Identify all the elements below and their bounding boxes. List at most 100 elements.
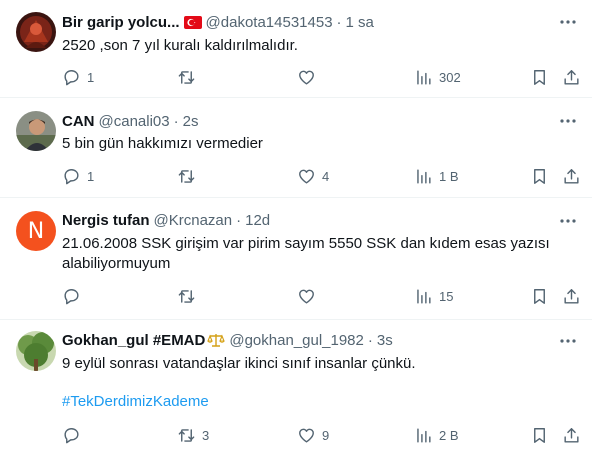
reply-icon (64, 288, 79, 304)
timestamp[interactable]: 3s (377, 332, 393, 349)
more-options-button[interactable] (558, 111, 578, 131)
retweet-button[interactable] (177, 166, 202, 186)
bookmark-icon (534, 168, 545, 184)
tweet-text: 2520 ,son 7 yıl kuralı kaldırılmalıdır. (62, 37, 298, 54)
avatar[interactable] (16, 12, 56, 52)
share-icon (564, 288, 579, 304)
retweet-icon (178, 70, 195, 84)
tweet-text: 5 bin gün hakkımızı vermedier (62, 135, 263, 152)
hashtag-link[interactable]: #TekDerdimizKademe (62, 392, 209, 412)
views-button[interactable]: 15 (414, 286, 453, 306)
share-icon (564, 69, 579, 85)
separator-dot: · (336, 13, 342, 31)
view-count: 302 (439, 69, 461, 85)
reply-button[interactable]: 1 (62, 166, 94, 186)
retweet-icon (178, 169, 195, 183)
more-icon (560, 219, 576, 223)
reply-icon (64, 69, 79, 85)
reply-icon (64, 427, 79, 443)
view-count: 15 (439, 288, 454, 304)
separator-dot: · (236, 211, 242, 229)
timestamp[interactable]: 1 sa (346, 14, 374, 31)
reply-button[interactable]: 1 (62, 67, 94, 87)
separator-dot: · (173, 112, 179, 130)
user-handle[interactable]: @dakota14531453 (206, 14, 333, 31)
reply-feed: Bir garip yolcu... @dakota14531453 · 1 s… (0, 0, 592, 461)
tweet[interactable]: N Nergis tufan @Krcnazan · 12d 21.06.200… (0, 198, 592, 320)
display-name[interactable]: Nergis tufan (62, 212, 150, 229)
analytics-icon (417, 288, 431, 304)
action-bar: 1 302 (62, 67, 592, 87)
action-bar: 1 4 1 B (62, 166, 592, 186)
retweet-icon (178, 289, 195, 303)
analytics-icon (417, 168, 431, 184)
tweet[interactable]: CAN @canali03 · 2s 5 bin gün hakkımızı v… (0, 98, 592, 198)
avatar-initial: N (27, 218, 45, 244)
action-bar: 15 (62, 286, 592, 306)
turkey-flag-icon (183, 15, 202, 29)
like-count: 4 (322, 168, 330, 184)
views-button[interactable]: 302 (414, 67, 461, 87)
user-handle[interactable]: @gokhan_gul_1982 (229, 332, 364, 349)
reply-button[interactable] (62, 286, 87, 306)
user-handle[interactable]: @canali03 (99, 113, 170, 130)
heart-icon (299, 70, 314, 85)
heart-icon (299, 289, 314, 304)
reply-count: 1 (87, 168, 95, 184)
user-handle[interactable]: @Krcnazan (154, 212, 233, 229)
display-name[interactable]: Bir garip yolcu... (62, 14, 180, 31)
reply-icon (64, 168, 79, 184)
share-button[interactable] (562, 286, 581, 306)
avatar[interactable] (16, 331, 56, 371)
share-icon (564, 168, 579, 184)
more-icon (560, 20, 576, 24)
share-button[interactable] (562, 166, 581, 186)
tweet[interactable]: Gokhan_gul #EMAD @gokhan_gul_1982 · 3s 9… (0, 320, 592, 461)
tweet[interactable]: Bir garip yolcu... @dakota14531453 · 1 s… (0, 0, 592, 98)
share-icon (564, 427, 579, 443)
display-name[interactable]: CAN (62, 113, 95, 130)
like-button[interactable] (297, 67, 322, 87)
analytics-icon (417, 427, 431, 443)
separator-dot: · (367, 331, 373, 349)
heart-icon (299, 428, 314, 443)
like-button[interactable] (297, 286, 322, 306)
more-icon (560, 339, 576, 343)
more-options-button[interactable] (558, 331, 578, 351)
avatar[interactable] (16, 111, 56, 151)
display-name[interactable]: Gokhan_gul #EMAD (62, 332, 205, 349)
tweet-text: 9 eylül sonrası vatandaşlar ikinci sınıf… (62, 355, 416, 372)
balance-scale-icon (207, 334, 226, 347)
avatar[interactable]: N (16, 211, 56, 251)
more-options-button[interactable] (558, 12, 578, 32)
bookmark-button[interactable] (530, 425, 549, 445)
timestamp[interactable]: 12d (245, 212, 270, 229)
like-button[interactable]: 9 (297, 425, 329, 445)
retweet-icon (178, 428, 195, 442)
analytics-icon (417, 69, 431, 85)
reply-button[interactable] (62, 425, 87, 445)
view-count: 1 B (439, 168, 459, 184)
views-button[interactable]: 2 B (414, 425, 459, 445)
views-button[interactable]: 1 B (414, 166, 459, 186)
timestamp[interactable]: 2s (183, 113, 199, 130)
bookmark-icon (534, 288, 545, 304)
retweet-button[interactable] (177, 67, 202, 87)
view-count: 2 B (439, 427, 459, 443)
bookmark-button[interactable] (530, 67, 549, 87)
like-count: 9 (322, 427, 330, 443)
heart-icon (299, 169, 314, 184)
bookmark-button[interactable] (530, 286, 549, 306)
share-button[interactable] (562, 67, 581, 87)
more-options-button[interactable] (558, 211, 578, 231)
tweet-text: 21.06.2008 SSK girişim var pirim sayım 5… (62, 235, 550, 272)
retweet-button[interactable] (177, 286, 202, 306)
like-button[interactable]: 4 (297, 166, 329, 186)
retweet-button[interactable]: 3 (177, 425, 209, 445)
share-button[interactable] (562, 425, 581, 445)
action-bar: 3 9 2 B (62, 425, 592, 445)
more-icon (560, 119, 576, 123)
bookmark-icon (534, 69, 545, 85)
retweet-count: 3 (202, 427, 210, 443)
bookmark-button[interactable] (530, 166, 549, 186)
